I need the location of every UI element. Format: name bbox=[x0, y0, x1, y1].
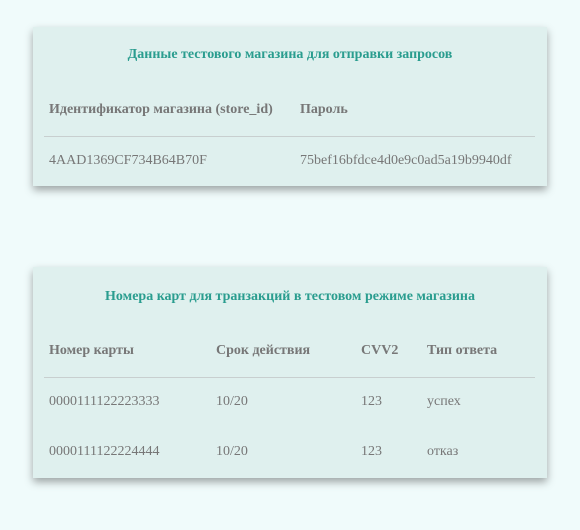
response-type: успех bbox=[427, 394, 461, 409]
header-response-type: Тип ответа bbox=[427, 343, 498, 358]
card-number: 0000111122223333 bbox=[49, 394, 160, 409]
response-type: отказ bbox=[427, 444, 459, 459]
cvv2: 123 bbox=[361, 394, 382, 409]
store-card-title: Данные тестового магазина для отправки з… bbox=[127, 47, 453, 62]
test-cards-title: Номера карт для транзакций в тестовом ре… bbox=[105, 289, 475, 304]
test-cards-card: Номера карт для транзакций в тестовом ре… bbox=[33, 267, 547, 478]
header-cvv2: CVV2 bbox=[361, 343, 399, 358]
store-id-value: 4AAD1369CF734B64B70F bbox=[49, 153, 207, 168]
card-number: 0000111122224444 bbox=[49, 444, 160, 459]
expiry: 10/20 bbox=[216, 394, 248, 409]
header-expiry: Срок действия bbox=[216, 343, 311, 358]
cvv2: 123 bbox=[361, 444, 382, 459]
header-card-number: Номер карты bbox=[49, 343, 134, 358]
header-store-id: Идентификатор магазина (store_id) bbox=[49, 102, 273, 117]
expiry: 10/20 bbox=[216, 444, 248, 459]
divider bbox=[44, 136, 535, 137]
divider bbox=[44, 377, 535, 378]
store-credentials-card: Данные тестового магазина для отправки з… bbox=[33, 27, 547, 186]
password-value: 75bef16bfdce4d0e9c0ad5a19b9940df bbox=[300, 153, 512, 168]
header-password: Пароль bbox=[300, 102, 348, 117]
